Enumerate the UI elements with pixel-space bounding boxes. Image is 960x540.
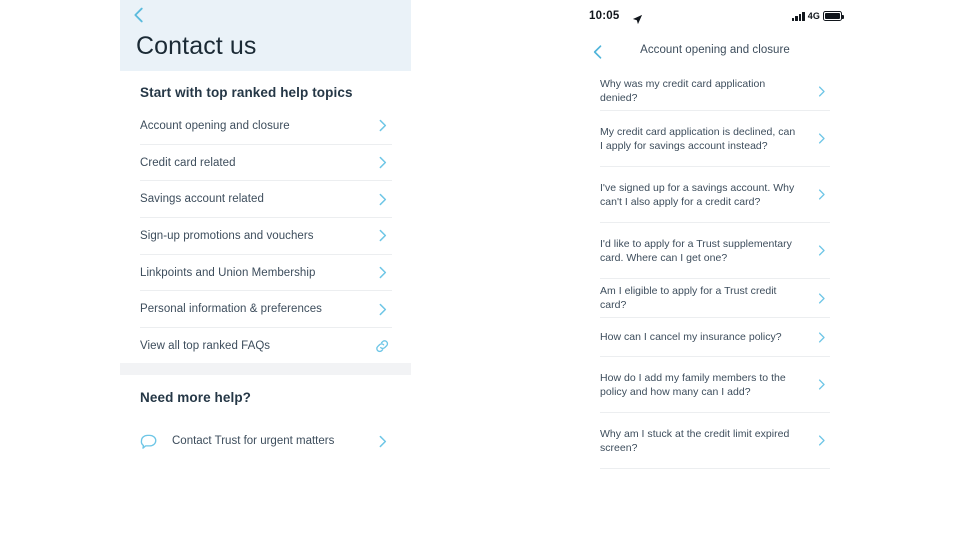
contact-trust-row[interactable]: Contact Trust for urgent matters: [140, 424, 392, 458]
left-header-bar: Contact us: [120, 0, 411, 71]
chevron-right-icon[interactable]: [372, 116, 392, 136]
list-item[interactable]: Why am I stuck at the credit limit expir…: [600, 413, 830, 469]
list-item[interactable]: How can I cancel my insurance policy?: [600, 318, 830, 357]
list-item[interactable]: My credit card application is declined, …: [600, 111, 830, 167]
network-label: 4G: [807, 11, 820, 21]
chevron-right-icon[interactable]: [812, 130, 830, 148]
need-more-help-heading: Need more help?: [140, 390, 252, 405]
topic-label: View all top ranked FAQs: [140, 340, 271, 353]
chevron-right-icon[interactable]: [812, 82, 830, 100]
list-item[interactable]: Account opening and closure: [140, 108, 392, 145]
page-title: Contact us: [136, 32, 257, 60]
faq-question: My credit card application is declined, …: [600, 125, 796, 152]
location-arrow-icon: [632, 12, 643, 25]
list-item[interactable]: I've signed up for a savings account. Wh…: [600, 167, 830, 223]
faq-question: How do I add my family members to the po…: [600, 371, 786, 398]
chevron-right-icon[interactable]: [812, 289, 830, 307]
signal-bars-icon: [791, 11, 805, 21]
topic-label: Sign-up promotions and vouchers: [140, 229, 314, 242]
contact-us-screen: Contact us Start with top ranked help to…: [120, 0, 411, 540]
topics-list: Account opening and closure Credit card …: [140, 108, 392, 365]
list-item[interactable]: I'd like to apply for a Trust supplement…: [600, 223, 830, 279]
chevron-right-icon[interactable]: [812, 376, 830, 394]
status-bar: 10:05 4G: [575, 10, 855, 28]
section-separator-band: [120, 363, 411, 375]
status-indicators: 4G: [791, 11, 844, 21]
faq-question: Why am I stuck at the credit limit expir…: [600, 427, 790, 454]
screen-title: Account opening and closure: [640, 44, 790, 56]
list-item[interactable]: Savings account related: [140, 181, 392, 219]
list-item[interactable]: Am I eligible to apply for a Trust credi…: [600, 279, 830, 318]
faq-list: Why was my credit card application denie…: [600, 72, 830, 469]
chevron-right-icon[interactable]: [372, 226, 392, 246]
chevron-right-icon[interactable]: [372, 299, 392, 319]
topic-label: Account opening and closure: [140, 119, 290, 132]
link-chain-icon[interactable]: [372, 336, 392, 356]
topic-label: Credit card related: [140, 156, 236, 169]
status-time: 10:05: [589, 10, 620, 22]
right-header-bar: Account opening and closure: [575, 40, 855, 64]
chevron-right-icon[interactable]: [812, 432, 830, 450]
list-item[interactable]: Personal information & preferences: [140, 291, 392, 329]
topics-heading: Start with top ranked help topics: [140, 85, 353, 100]
chat-bubble-icon: [140, 432, 158, 450]
chevron-right-icon[interactable]: [812, 328, 830, 346]
contact-trust-label: Contact Trust for urgent matters: [172, 435, 335, 447]
faq-question: Why was my credit card application denie…: [600, 78, 766, 104]
list-item[interactable]: Credit card related: [140, 145, 392, 182]
list-item[interactable]: Linkpoints and Union Membership: [140, 255, 392, 292]
list-item[interactable]: How do I add my family members to the po…: [600, 357, 830, 413]
battery-full-icon: [823, 11, 844, 21]
topic-label: Savings account related: [140, 193, 264, 206]
chevron-right-icon[interactable]: [372, 263, 392, 283]
list-item[interactable]: Sign-up promotions and vouchers: [140, 218, 392, 255]
faq-question: I'd like to apply for a Trust supplement…: [600, 237, 792, 264]
topic-label: Linkpoints and Union Membership: [140, 266, 316, 279]
list-item[interactable]: View all top ranked FAQs: [140, 328, 392, 365]
chevron-right-icon[interactable]: [812, 186, 830, 204]
account-opening-faq-screen: 10:05 4G Account opening and closure Why…: [575, 0, 855, 540]
faq-question: I've signed up for a savings account. Wh…: [600, 181, 795, 208]
chevron-right-icon[interactable]: [812, 242, 830, 260]
chevron-right-icon[interactable]: [372, 189, 392, 209]
faq-question: How can I cancel my insurance policy?: [600, 331, 782, 343]
topic-label: Personal information & preferences: [140, 303, 322, 316]
chevron-right-icon[interactable]: [372, 431, 392, 451]
chevron-right-icon[interactable]: [372, 153, 392, 173]
list-item[interactable]: Why was my credit card application denie…: [600, 72, 830, 111]
chevron-left-icon[interactable]: [128, 4, 150, 26]
faq-question: Am I eligible to apply for a Trust credi…: [600, 285, 777, 311]
